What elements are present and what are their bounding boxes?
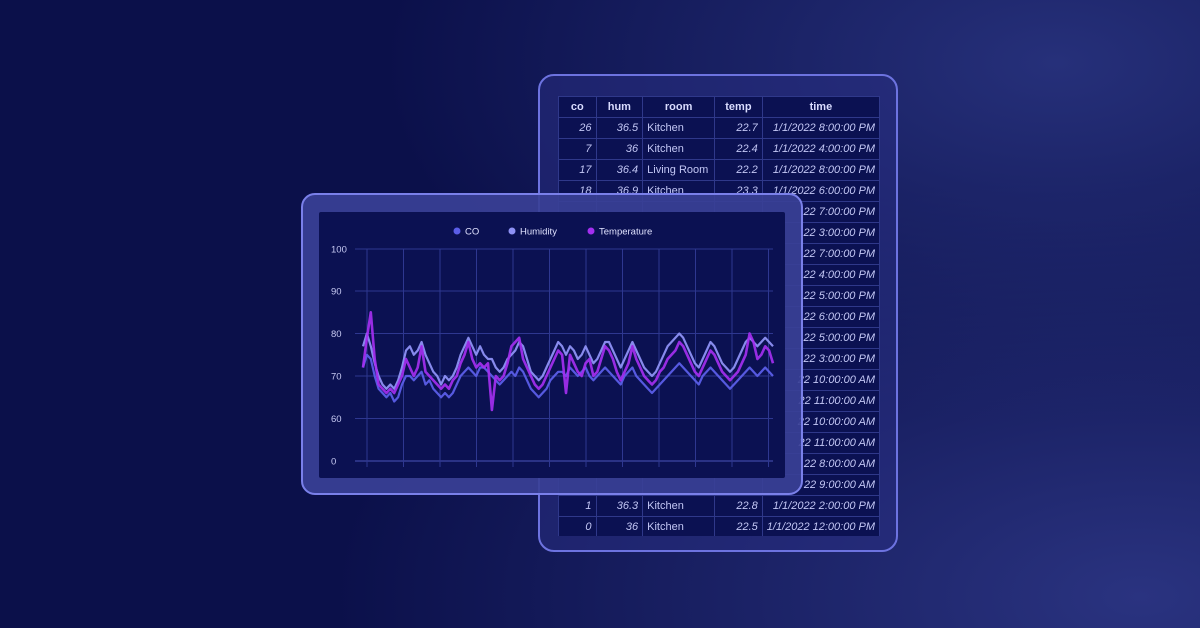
cell-temp: 22.7 [714,117,763,139]
cell-time: 1/1/2022 12:00:00 PM [761,516,880,536]
table-row[interactable]: 7 36 Kitchen 22.4 1/1/2022 4:00:00 PM [558,138,880,160]
column-header-room[interactable]: room [642,96,716,118]
y-tick-label: 80 [331,329,342,340]
column-header-hum[interactable]: hum [595,96,644,118]
cell-co: 0 [558,516,597,536]
cell-co: 7 [558,138,597,160]
cell-co: 26 [558,117,597,139]
table-header-row: co hum room temp time [558,96,880,118]
chart-card: CO Humidity Temperature 0 60 70 80 90 100 [301,193,803,495]
column-header-temp[interactable]: temp [714,96,763,118]
cell-hum: 36 [595,138,644,160]
cell-time: 1/1/2022 2:00:00 PM [761,495,880,517]
legend-label-temperature[interactable]: Temperature [599,227,652,238]
cell-co: 1 [558,495,597,517]
line-chart: CO Humidity Temperature 0 60 70 80 90 100 [331,227,775,468]
cell-hum: 36.4 [595,159,644,181]
table-row[interactable]: 1 36.3 Kitchen 22.8 1/1/2022 2:00:00 PM [558,495,880,517]
chart-grid [355,248,773,467]
table-row[interactable]: 17 36.4 Living Room 22.2 1/1/2022 8:00:00 PM [558,159,880,181]
y-tick-label: 0 [331,457,336,468]
y-tick-label: 70 [331,372,342,383]
y-axis: 0 60 70 80 90 100 [331,245,347,468]
cell-co: 17 [558,159,597,181]
cell-time: 1/1/2022 8:00:00 PM [761,159,880,181]
legend-label-humidity[interactable]: Humidity [520,227,557,238]
y-tick-label: 100 [331,245,347,256]
legend-marker-humidity [508,227,516,235]
chart-series [361,311,775,412]
table-row[interactable]: 26 36.5 Kitchen 22.7 1/1/2022 8:00:00 PM [558,117,880,139]
cell-room: Kitchen [642,516,716,536]
cell-time: 1/1/2022 4:00:00 PM [761,138,880,160]
column-header-time[interactable]: time [761,96,880,118]
chart-legend: CO Humidity Temperature [453,227,652,238]
cell-hum: 36.5 [595,117,644,139]
cell-hum: 36.3 [595,495,644,517]
chart-panel: CO Humidity Temperature 0 60 70 80 90 100 [319,212,785,478]
cell-temp: 22.8 [714,495,763,517]
column-header-co[interactable]: co [558,96,597,118]
y-tick-label: 90 [331,287,342,298]
cell-temp: 22.5 [714,516,763,536]
cell-time: 1/1/2022 8:00:00 PM [761,117,880,139]
y-tick-label: 60 [331,414,342,425]
cell-temp: 22.2 [714,159,763,181]
cell-hum: 36 [595,516,644,536]
cell-room: Living Room [642,159,716,181]
legend-marker-temperature [587,227,595,235]
cell-room: Kitchen [642,495,716,517]
table-row[interactable]: 0 36 Kitchen 22.5 1/1/2022 12:00:00 PM [558,516,880,536]
legend-label-co[interactable]: CO [465,227,479,238]
cell-temp: 22.4 [714,138,763,160]
legend-marker-co [453,227,461,235]
cell-room: Kitchen [642,117,716,139]
series-line-temperature[interactable] [361,311,775,412]
cell-room: Kitchen [642,138,716,160]
